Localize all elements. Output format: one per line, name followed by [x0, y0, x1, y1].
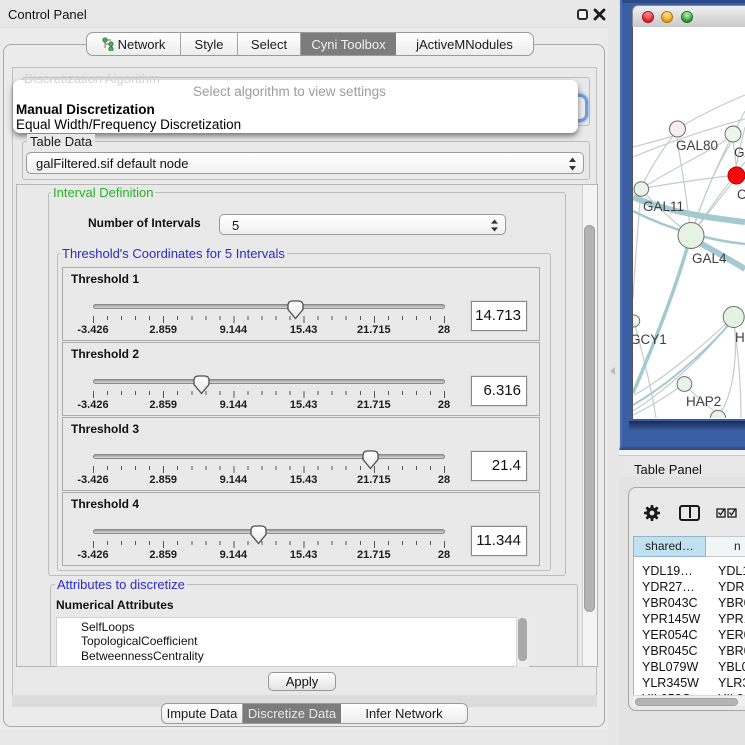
svg-text:GAL11: GAL11 [643, 199, 684, 214]
svg-text:GAL80: GAL80 [676, 138, 718, 153]
svg-text:GA: GA [734, 145, 745, 160]
svg-text:GAL4: GAL4 [692, 251, 727, 266]
svg-text:C: C [737, 187, 745, 202]
svg-text:HAP2: HAP2 [686, 394, 721, 409]
svg-text:GCY1: GCY1 [633, 332, 667, 347]
svg-text:H: H [735, 330, 745, 345]
